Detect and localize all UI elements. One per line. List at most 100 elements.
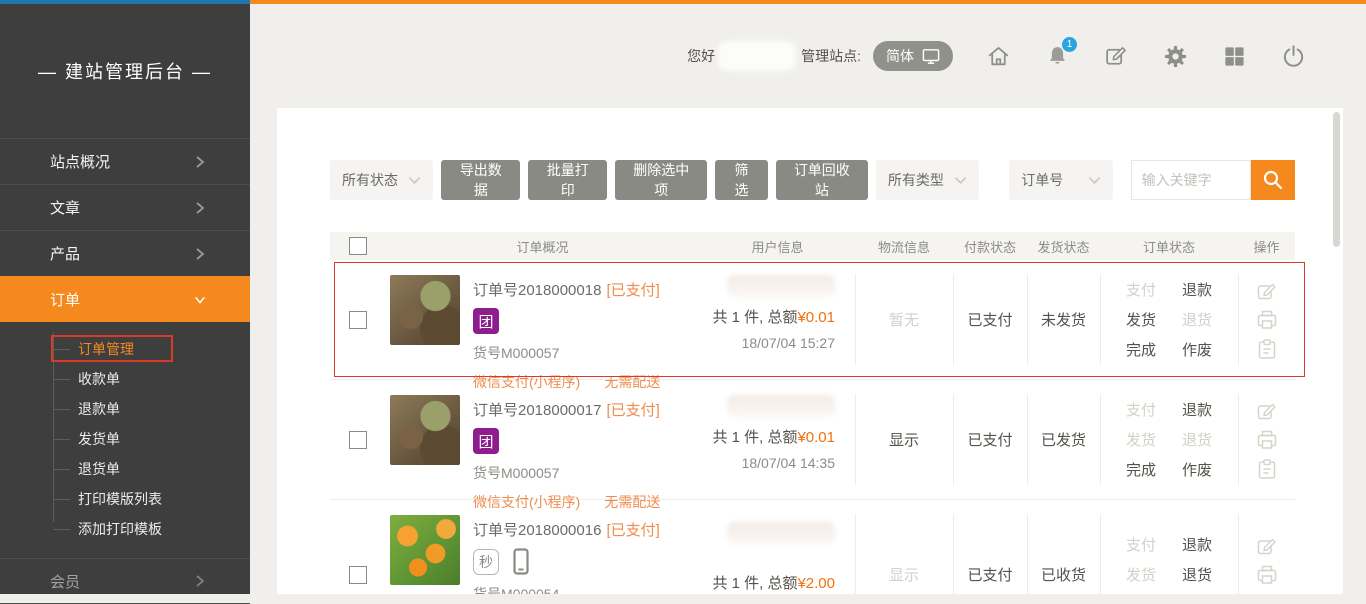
filter-button[interactable]: 筛选 — [715, 160, 767, 200]
row-checkbox[interactable] — [349, 431, 367, 449]
chevron-down-icon — [408, 176, 421, 185]
ship-link[interactable]: 发货 — [1126, 309, 1156, 330]
void-link[interactable]: 作废 — [1182, 459, 1212, 480]
sku-label: 货号M000057 — [473, 463, 660, 483]
submenu-item-receipts[interactable]: 收款单 — [0, 364, 250, 394]
sidebar-item-label: 产品 — [50, 243, 80, 264]
sidebar-item-label: 会员 — [50, 571, 80, 592]
print-icon[interactable] — [1256, 309, 1278, 331]
void-link[interactable]: 作废 — [1182, 339, 1212, 360]
submenu-item-label: 收款单 — [78, 369, 120, 389]
row-checkbox[interactable] — [349, 311, 367, 329]
power-icon[interactable] — [1280, 43, 1306, 69]
monitor-icon — [922, 48, 940, 65]
edit-icon[interactable] — [1256, 535, 1278, 557]
export-data-button[interactable]: 导出数据 — [441, 160, 520, 200]
mobile-phone-icon — [513, 548, 529, 575]
shipping-status: 已发货 — [1041, 429, 1086, 450]
notification-badge: 1 — [1062, 37, 1077, 52]
gear-icon[interactable] — [1162, 43, 1188, 69]
language-site-button[interactable]: 简体 — [873, 41, 953, 71]
redacted-user-name — [727, 275, 835, 297]
refund-link[interactable]: 退款 — [1182, 399, 1212, 420]
search-field-dropdown[interactable]: 订单号 — [1009, 160, 1112, 200]
type-filter-dropdown[interactable]: 所有类型 — [876, 160, 979, 200]
greeting-label: 您好 — [687, 46, 715, 66]
language-label: 简体 — [886, 46, 914, 66]
table-header-row: 订单概况 用户信息 物流信息 付款状态 发货状态 订单状态 操作 — [330, 232, 1295, 260]
row-checkbox[interactable] — [349, 566, 367, 584]
apps-icon[interactable] — [1221, 43, 1247, 69]
delete-selected-button[interactable]: 删除选中项 — [615, 160, 707, 200]
search-icon — [1261, 168, 1285, 192]
complete-link[interactable]: 完成 — [1126, 339, 1156, 360]
sidebar: — 建站管理后台 — 站点概况 文章 产品 订单 订单管理 收款单 退款单 发货… — [0, 4, 250, 594]
submenu-item-label: 发货单 — [78, 429, 120, 449]
refund-link[interactable]: 退款 — [1182, 534, 1212, 555]
header-icon-bar: 1 — [985, 43, 1306, 69]
logistics-status[interactable]: 显示 — [889, 429, 919, 450]
group-buy-badge: 团 — [473, 428, 499, 454]
sidebar-item-label: 文章 — [50, 197, 80, 218]
ship-link: 发货 — [1126, 429, 1156, 450]
status-filter-dropdown[interactable]: 所有状态 — [330, 160, 433, 200]
header-overview: 订单概况 — [385, 237, 700, 256]
pay-link: 支付 — [1126, 279, 1156, 300]
header-shipping: 发货状态 — [1027, 237, 1100, 256]
submenu-item-print-template-list[interactable]: 打印模版列表 — [0, 484, 250, 514]
header-logistics: 物流信息 — [855, 237, 953, 256]
payment-status: 已支付 — [967, 309, 1012, 330]
order-summary: 共 1 件, 总额 — [712, 575, 797, 592]
paid-tag: [已支付] — [606, 522, 659, 539]
flash-sale-badge: 秒 — [473, 549, 499, 575]
clipboard-icon[interactable] — [1256, 458, 1278, 480]
print-icon[interactable] — [1256, 564, 1278, 586]
batch-print-button[interactable]: 批量打印 — [528, 160, 607, 200]
order-toolbar: 所有状态 导出数据 批量打印 删除选中项 筛选 订单回收站 所有类型 订单号 — [330, 160, 1295, 200]
print-icon[interactable] — [1256, 429, 1278, 451]
chevron-right-icon — [194, 247, 206, 261]
select-all-checkbox[interactable] — [349, 237, 367, 255]
sidebar-item-articles[interactable]: 文章 — [0, 184, 250, 230]
search-button[interactable] — [1251, 160, 1295, 200]
edit-icon[interactable] — [1256, 400, 1278, 422]
paid-tag: [已支付] — [606, 282, 659, 299]
logistics-status[interactable]: 显示 — [889, 564, 919, 585]
sidebar-item-products[interactable]: 产品 — [0, 230, 250, 276]
chevron-right-icon — [194, 155, 206, 169]
redacted-username — [719, 42, 795, 70]
order-recycle-bin-button[interactable]: 订单回收站 — [776, 160, 868, 200]
return-link[interactable]: 退货 — [1182, 564, 1212, 585]
submenu-item-return-orders[interactable]: 退货单 — [0, 454, 250, 484]
payment-status: 已支付 — [967, 429, 1012, 450]
vertical-scrollbar[interactable] — [1333, 112, 1340, 247]
home-icon[interactable] — [985, 43, 1011, 69]
edit-icon[interactable] — [1256, 280, 1278, 302]
submenu-item-order-management[interactable]: 订单管理 — [0, 334, 250, 364]
search-field-value: 订单号 — [1021, 170, 1063, 190]
submenu-item-add-print-template[interactable]: 添加打印模板 — [0, 514, 250, 544]
clipboard-icon[interactable] — [1256, 338, 1278, 360]
refund-link[interactable]: 退款 — [1182, 279, 1212, 300]
complete-link[interactable]: 完成 — [1126, 459, 1156, 480]
orders-submenu: 订单管理 收款单 退款单 发货单 退货单 打印模版列表 添加打印模板 — [0, 322, 250, 558]
compose-icon[interactable] — [1103, 43, 1129, 69]
return-link: 退货 — [1182, 309, 1212, 330]
submenu-item-shipping-orders[interactable]: 发货单 — [0, 424, 250, 454]
bell-icon[interactable]: 1 — [1044, 43, 1070, 69]
submenu-item-refund-orders[interactable]: 退款单 — [0, 394, 250, 424]
header-status: 订单状态 — [1100, 237, 1238, 256]
order-datetime: 18/07/04 14:35 — [742, 455, 835, 471]
sidebar-item-orders[interactable]: 订单 — [0, 276, 250, 322]
table-row: 订单号2018000016[已支付] 秒 货号M000054 共 1 件, 总额… — [330, 500, 1295, 594]
sidebar-item-site-overview[interactable]: 站点概况 — [0, 138, 250, 184]
app-title: — 建站管理后台 — — [0, 4, 250, 138]
redacted-user-name — [727, 395, 835, 417]
submenu-item-label: 退款单 — [78, 399, 120, 419]
order-datetime: 18/07/04 15:27 — [742, 335, 835, 351]
submenu-item-label: 订单管理 — [78, 339, 134, 359]
search-input[interactable] — [1131, 160, 1251, 200]
sidebar-item-members[interactable]: 会员 — [0, 558, 250, 604]
sku-label: 货号M000054 — [473, 584, 660, 594]
sku-label: 货号M000057 — [473, 343, 660, 363]
